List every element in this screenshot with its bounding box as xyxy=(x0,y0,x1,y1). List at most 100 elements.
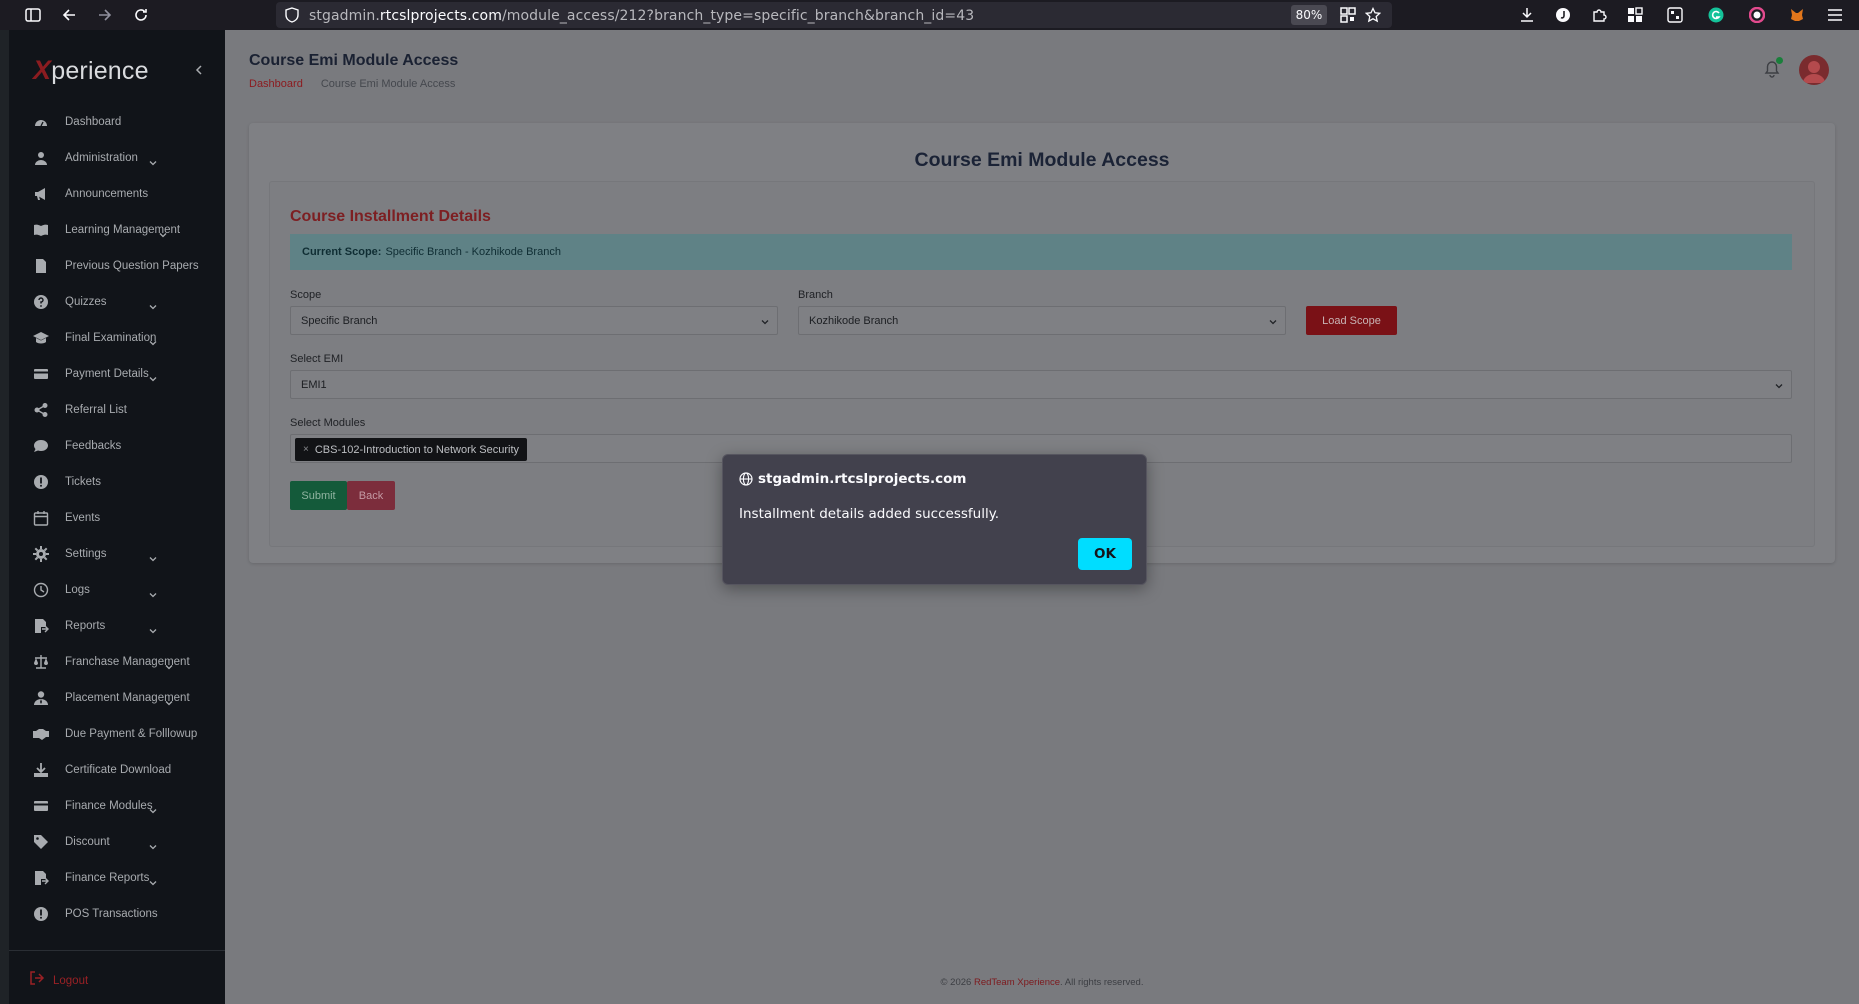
sidebar-item-feedbacks[interactable]: Feedbacks xyxy=(9,428,225,464)
ok-button[interactable]: OK xyxy=(1078,538,1132,570)
logout-label: Logout xyxy=(53,974,89,987)
select-emi-label: Select EMI xyxy=(290,353,344,365)
address-bar[interactable]: stgadmin.rtcslprojects.com/module_access… xyxy=(276,2,1392,28)
sidebar-item-dashboard[interactable]: Dashboard xyxy=(9,104,225,140)
sidebar-item-label: Feedbacks xyxy=(65,440,122,452)
sidebar-item-settings[interactable]: Settings xyxy=(9,536,225,572)
load-scope-button[interactable]: Load Scope xyxy=(1306,306,1397,335)
notification-status-dot xyxy=(1776,57,1783,64)
footer-rights: . All rights reserved. xyxy=(1060,977,1144,988)
comment-icon xyxy=(33,438,49,454)
sidebar-item-label: Quizzes xyxy=(65,296,107,308)
sidebar-item-label: Logs xyxy=(65,584,90,596)
qr-scanner-icon[interactable] xyxy=(1665,5,1685,25)
footer-brand-link[interactable]: RedTeam Xperience xyxy=(974,977,1060,988)
app-logo[interactable]: Xperience xyxy=(33,55,149,86)
qr-code-icon[interactable] xyxy=(1338,5,1358,25)
account-icon[interactable] xyxy=(1553,5,1573,25)
sidebar-item-final-examination[interactable]: Final Examination xyxy=(9,320,225,356)
reload-icon[interactable] xyxy=(131,5,151,25)
share-icon xyxy=(33,402,49,418)
sidebar-item-franchase-management[interactable]: Franchase Management xyxy=(9,644,225,680)
sidebar-item-administration[interactable]: Administration xyxy=(9,140,225,176)
globe-icon xyxy=(739,472,753,486)
chevron-down-icon xyxy=(149,586,157,598)
extensions-puzzle-icon[interactable] xyxy=(1589,5,1609,25)
sidebar-item-due-payment-and-folllowup[interactable]: Due Payment & Folllowup xyxy=(9,716,225,752)
gear-icon xyxy=(33,546,49,562)
branch-select[interactable]: Kozhikode Branch xyxy=(798,306,1286,335)
dashboard-icon xyxy=(33,114,49,130)
selected-module-label: CBS-102-Introduction to Network Security xyxy=(314,443,520,456)
downloads-icon[interactable] xyxy=(1517,5,1537,25)
alert-icon xyxy=(33,906,49,922)
back-arrow-icon[interactable] xyxy=(59,5,79,25)
branch-select-value: Kozhikode Branch xyxy=(809,314,899,327)
sidebar-collapse-icon[interactable] xyxy=(192,63,206,77)
scope-select[interactable]: Specific Branch xyxy=(290,306,778,335)
file-icon xyxy=(33,258,49,274)
sidebar-item-quizzes[interactable]: Quizzes xyxy=(9,284,225,320)
sidebar-item-learning-management[interactable]: Learning Management xyxy=(9,212,225,248)
bookmark-star-icon[interactable] xyxy=(1363,5,1383,25)
sidebar-item-discount[interactable]: Discount xyxy=(9,824,225,860)
sidebar-item-payment-details[interactable]: Payment Details xyxy=(9,356,225,392)
chevron-down-icon xyxy=(1775,381,1783,389)
user-avatar[interactable] xyxy=(1799,55,1829,85)
site-info-shield-icon[interactable] xyxy=(284,7,300,23)
footer-copyright: © 2026 xyxy=(940,977,974,988)
hamburger-menu-icon[interactable] xyxy=(1825,5,1845,25)
card-title: Course Emi Module Access xyxy=(914,149,1170,171)
color-picker-icon[interactable] xyxy=(1747,5,1767,25)
sidebar-item-label: Finance Reports xyxy=(65,872,150,884)
back-button[interactable]: Back xyxy=(347,481,395,510)
sidebar-toggle-icon[interactable] xyxy=(23,5,43,25)
branch-label: Branch xyxy=(798,289,833,301)
chevron-down-icon xyxy=(149,838,157,850)
chevron-down-icon xyxy=(149,802,157,814)
sidebar-item-certificate-download[interactable]: Certificate Download xyxy=(9,752,225,788)
sidebar: Xperience Dashboard Administration Announc… xyxy=(9,30,225,1004)
sidebar-item-events[interactable]: Events xyxy=(9,500,225,536)
logout-button[interactable]: Logout xyxy=(29,970,88,991)
sidebar-item-label: Finance Modules xyxy=(65,800,153,812)
sidebar-item-label: Certificate Download xyxy=(65,764,172,776)
emi-select[interactable]: EMI1 xyxy=(290,370,1792,399)
zoom-level-badge[interactable]: 80% xyxy=(1291,5,1327,25)
scope-label: Scope xyxy=(290,289,322,301)
handshake-icon xyxy=(33,726,49,742)
sidebar-item-referral-list[interactable]: Referral List xyxy=(9,392,225,428)
scope-select-value: Specific Branch xyxy=(301,314,378,327)
grammarly-icon[interactable] xyxy=(1706,5,1726,25)
sidebar-item-finance-modules[interactable]: Finance Modules xyxy=(9,788,225,824)
graduation-cap-icon xyxy=(33,330,49,346)
sidebar-item-logs[interactable]: Logs xyxy=(9,572,225,608)
chevron-down-icon xyxy=(149,154,157,166)
remove-tag-icon[interactable]: × xyxy=(303,444,309,455)
sidebar-item-pos-transactions[interactable]: POS Transactions xyxy=(9,896,225,932)
calendar-icon xyxy=(33,510,49,526)
sidebar-item-finance-reports[interactable]: Finance Reports xyxy=(9,860,225,896)
metamask-fox-icon[interactable] xyxy=(1787,5,1807,25)
footer: © 2026 RedTeam Xperience. All rights res… xyxy=(225,977,1859,988)
sidebar-item-placement-management[interactable]: Placement Management xyxy=(9,680,225,716)
current-scope-label: Current Scope: xyxy=(302,246,382,258)
forward-arrow-icon[interactable] xyxy=(95,5,115,25)
url-text: stgadmin.rtcslprojects.com/module_access… xyxy=(309,8,975,24)
section-title: Course Installment Details xyxy=(290,208,491,225)
chevron-down-icon xyxy=(149,874,157,886)
browser-sidebar-strip xyxy=(0,30,9,1004)
report-icon xyxy=(33,870,49,886)
sidebar-item-label: Events xyxy=(65,512,101,524)
breadcrumb-home-link[interactable]: Dashboard xyxy=(249,78,303,90)
sidebar-item-previous-question-papers[interactable]: Previous Question Papers xyxy=(9,248,225,284)
current-scope-value: Specific Branch - Kozhikode Branch xyxy=(385,246,561,258)
sidebar-item-announcements[interactable]: Announcements xyxy=(9,176,225,212)
submit-button[interactable]: Submit xyxy=(290,481,347,510)
sidebar-item-tickets[interactable]: Tickets xyxy=(9,464,225,500)
apps-grid-icon[interactable] xyxy=(1625,5,1645,25)
book-icon xyxy=(33,222,49,238)
sidebar-item-reports[interactable]: Reports xyxy=(9,608,225,644)
chevron-down-icon xyxy=(149,334,157,346)
dialog-origin: stgadmin.rtcslprojects.com xyxy=(739,471,966,487)
